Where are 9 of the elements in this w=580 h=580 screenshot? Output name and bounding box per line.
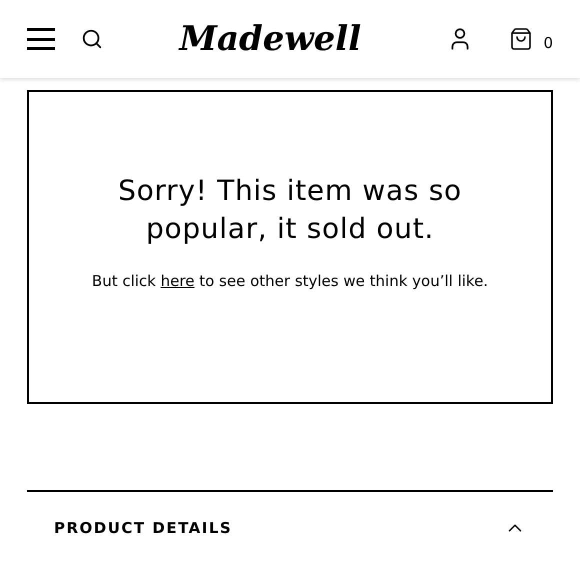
bag-icon[interactable]: [509, 27, 534, 51]
search-icon[interactable]: [81, 28, 103, 50]
accordion-header[interactable]: PRODUCT DETAILS: [27, 492, 553, 564]
here-link[interactable]: here: [160, 272, 194, 290]
notice-text: But click here to see other styles we think you’ll like.: [92, 271, 488, 292]
menu-icon[interactable]: [27, 28, 55, 50]
notice-title: Sorry! This item was so popular, it sold out.: [117, 173, 463, 247]
brand-logo[interactable]: Madewell: [179, 22, 362, 56]
cart-count: 0: [543, 32, 553, 54]
